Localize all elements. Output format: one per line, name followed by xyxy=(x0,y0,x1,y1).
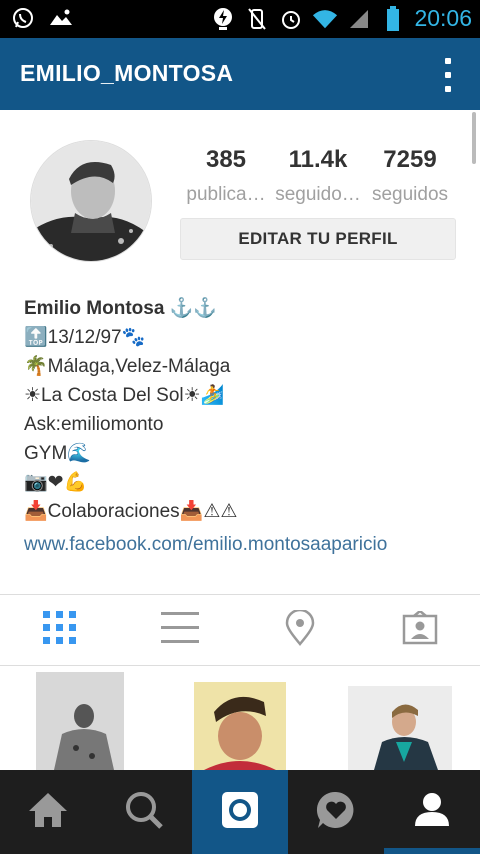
search-icon xyxy=(124,790,164,835)
list-icon xyxy=(161,611,199,649)
profile-bio: Emilio Montosa ⚓⚓ 🔝13/12/97🐾 🌴Málaga,Vel… xyxy=(24,294,464,559)
alarm-icon xyxy=(278,6,304,32)
location-tab[interactable] xyxy=(240,595,360,665)
photo-grid xyxy=(0,666,480,770)
nav-camera[interactable] xyxy=(192,770,288,854)
edit-profile-button[interactable]: EDITAR TU PERFIL xyxy=(180,218,456,260)
photo-thumbnail[interactable] xyxy=(36,672,124,770)
stat-value: 385 xyxy=(205,146,247,173)
clock: 20:06 xyxy=(414,5,472,31)
bio-line: GYM🌊 xyxy=(24,443,91,464)
profile-website-link[interactable]: www.facebook.com/emilio.montosaaparicio xyxy=(24,530,464,559)
nav-activity[interactable] xyxy=(288,770,384,854)
signal-icon xyxy=(346,6,372,32)
stat-label: seguido… xyxy=(275,184,361,205)
bio-line: 🔝13/12/97🐾 xyxy=(24,327,146,348)
stat-value: 7259 xyxy=(383,146,437,173)
profile-full-name: Emilio Montosa ⚓⚓ xyxy=(24,298,217,319)
landscape-icon xyxy=(48,5,74,31)
posts-count[interactable]: 385 publica… xyxy=(180,146,272,206)
bio-line: 📥Colaboraciones📥⚠⚠ xyxy=(24,501,238,522)
tagged-person-icon xyxy=(402,608,438,650)
profile-avatar[interactable] xyxy=(30,140,152,262)
wifi-icon xyxy=(312,6,338,32)
overflow-menu-icon[interactable] xyxy=(442,58,454,92)
bio-line: ☀La Costa Del Sol☀🏄 xyxy=(24,385,225,406)
following-count[interactable]: 7259 seguidos xyxy=(364,146,456,206)
profile-icon xyxy=(412,790,452,835)
profile-stats: 385 publica… 11.4k seguido… 7259 seguido… xyxy=(180,146,456,206)
camera-icon xyxy=(220,790,260,835)
battery-saver-icon xyxy=(210,6,236,32)
whatsapp-icon xyxy=(10,5,36,31)
app-bar: EMILIO_MONTOSA xyxy=(0,38,480,110)
battery-icon xyxy=(380,5,406,32)
bio-line: 🌴Málaga,Velez-Málaga xyxy=(24,356,231,377)
nav-search[interactable] xyxy=(96,770,192,854)
followers-count[interactable]: 11.4k seguido… xyxy=(272,146,364,206)
profile-username-title: EMILIO_MONTOSA xyxy=(20,60,234,86)
bio-line: Ask:emiliomonto xyxy=(24,414,164,435)
vibrate-off-icon xyxy=(244,6,270,32)
home-icon xyxy=(27,791,69,834)
list-view-tab[interactable] xyxy=(120,595,240,665)
location-pin-icon xyxy=(284,608,316,651)
photo-thumbnail[interactable] xyxy=(194,682,286,770)
nav-profile[interactable] xyxy=(384,770,480,854)
status-bar: 20:06 xyxy=(0,0,480,38)
stat-label: publica… xyxy=(186,184,266,205)
profile-view-tabs xyxy=(0,595,480,665)
grid-icon xyxy=(43,610,77,650)
nav-home[interactable] xyxy=(0,770,96,854)
scrollbar[interactable] xyxy=(472,112,476,164)
photo-thumbnail[interactable] xyxy=(348,686,452,770)
grid-view-tab[interactable] xyxy=(0,595,120,665)
stat-value: 11.4k xyxy=(288,146,348,173)
tagged-tab[interactable] xyxy=(360,595,480,665)
heart-bubble-icon xyxy=(315,789,357,836)
bottom-navigation xyxy=(0,770,480,854)
stat-label: seguidos xyxy=(371,184,449,205)
bio-line: 📷❤💪 xyxy=(24,472,88,493)
